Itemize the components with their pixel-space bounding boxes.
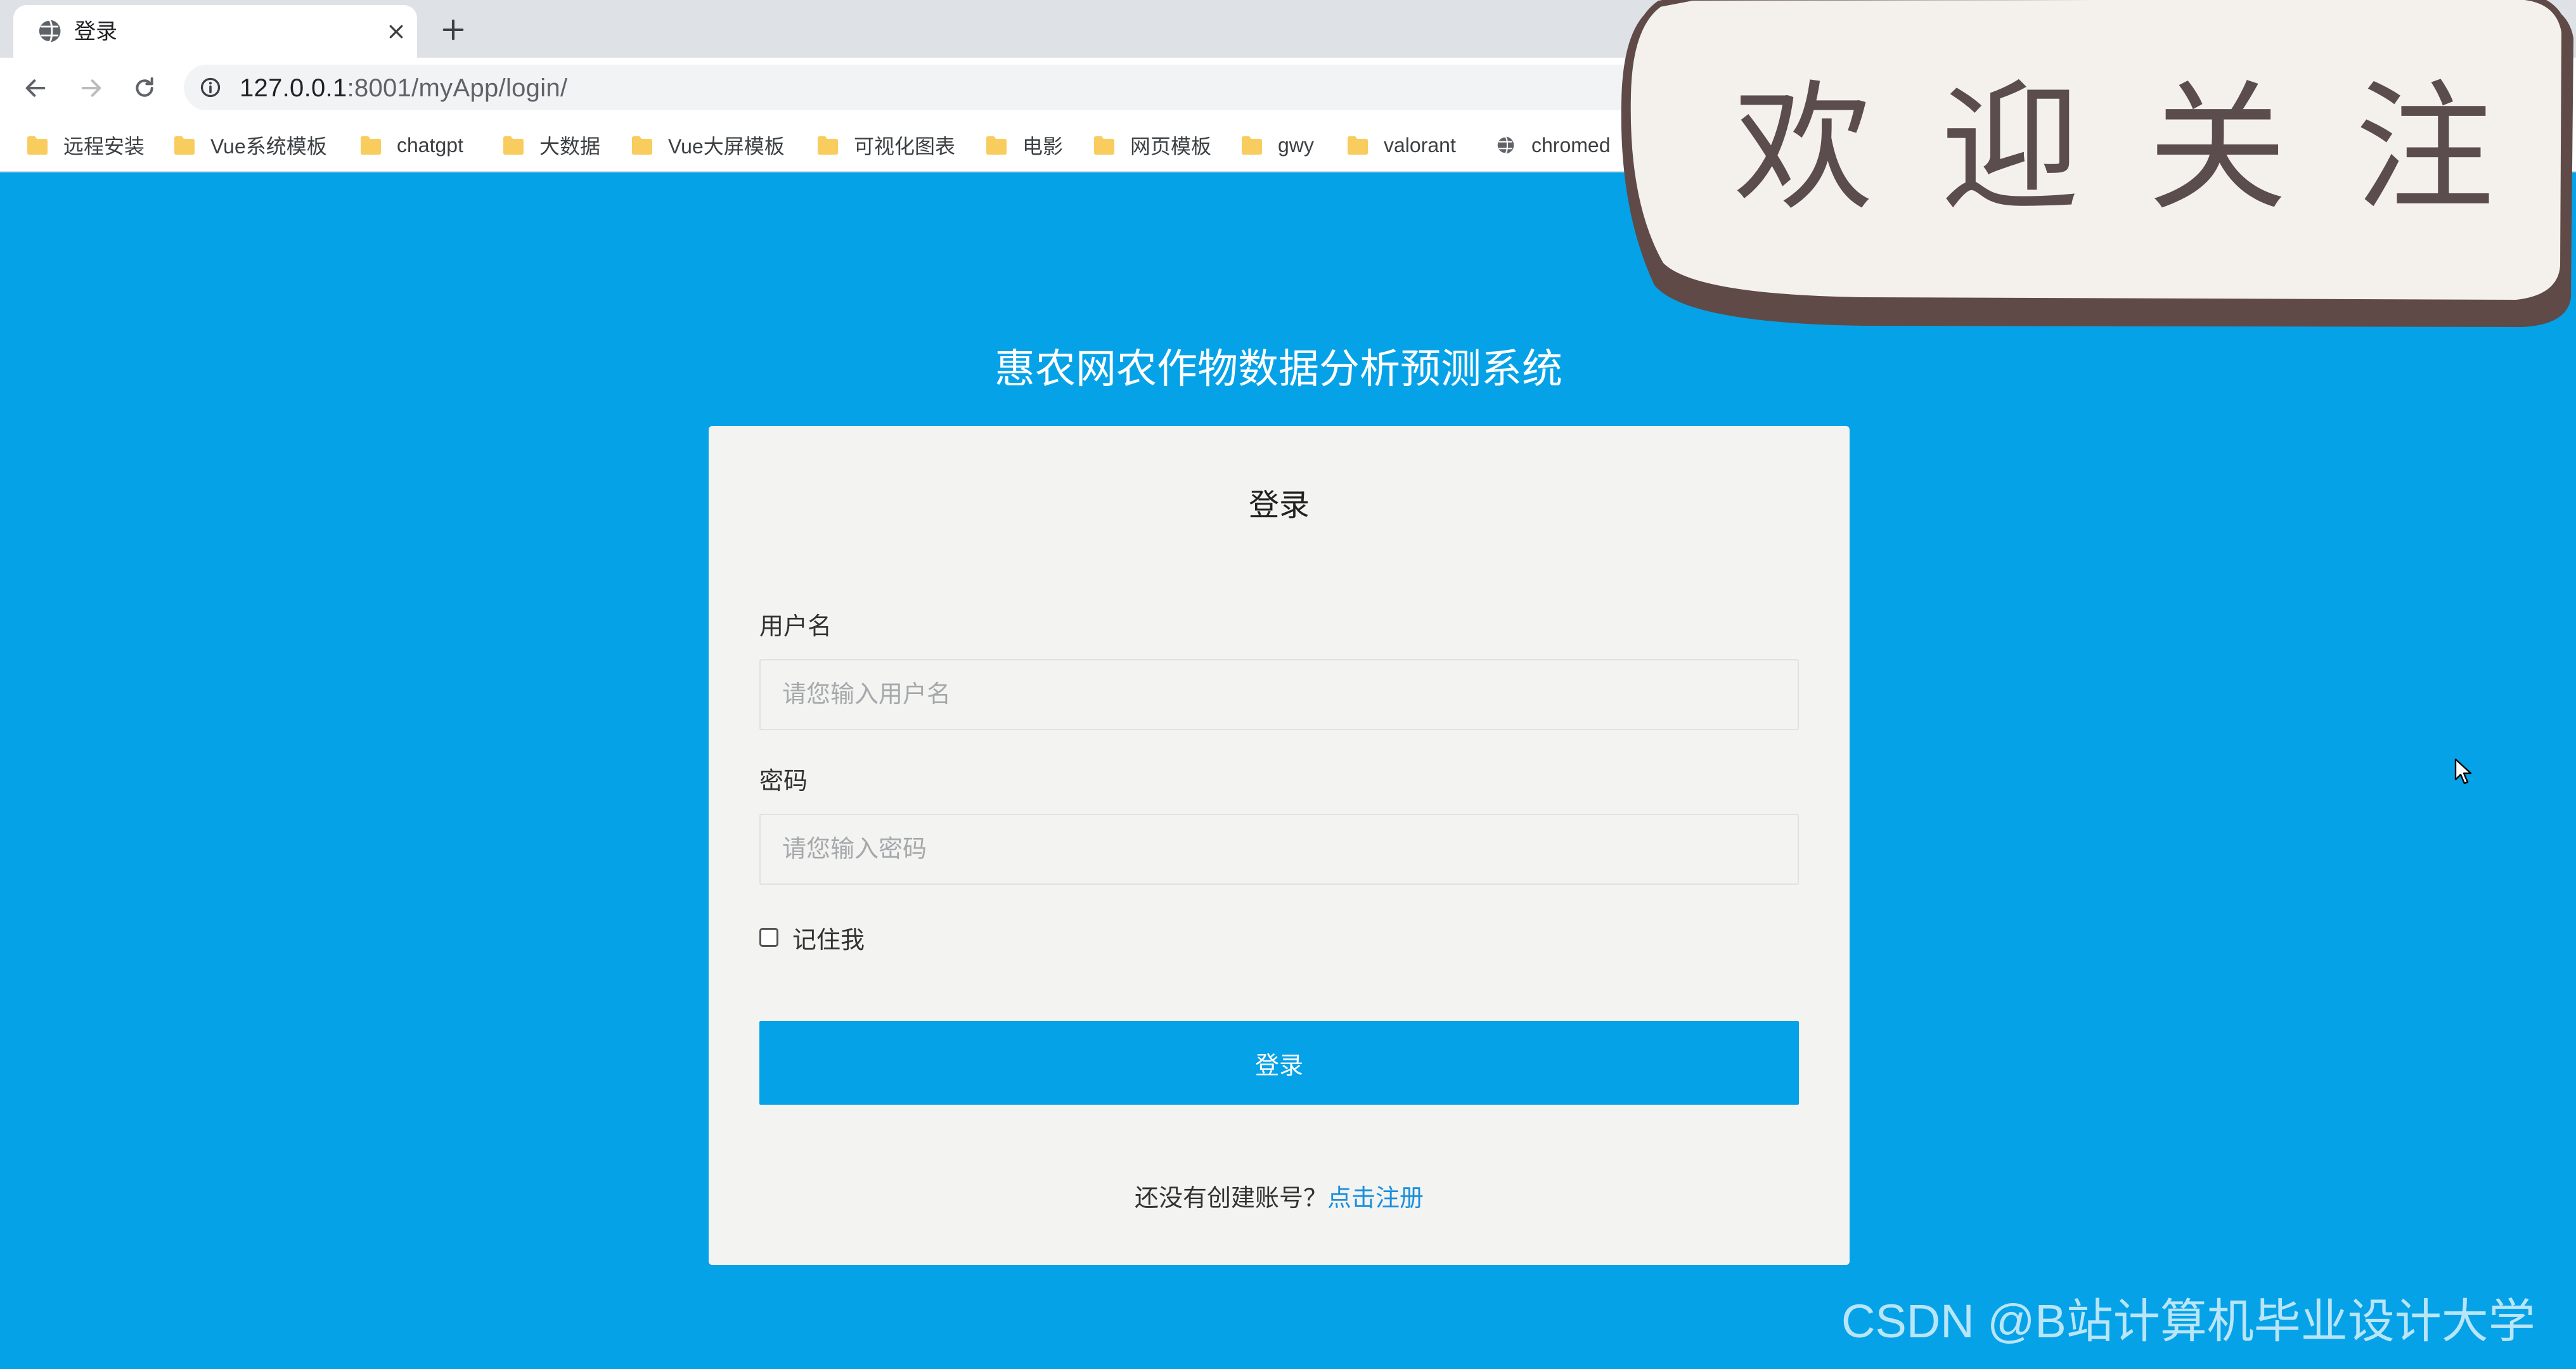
bookmark-item[interactable]: Vue系统模板 [174, 129, 327, 161]
login-card: 登录 用户名 密码 记住我 登录 还没有创建账号？点击注册 [709, 426, 1850, 1265]
system-title: 惠农网农作物数据分析预测系统 [995, 346, 1562, 392]
remember-label: 记住我 [792, 927, 865, 954]
url-text: 127.0.0.1:8001/myApp/login/ [240, 74, 567, 102]
bookmark-label: Vue大屏模板 [668, 135, 785, 158]
bookmark-item[interactable]: Vue大屏模板 [631, 129, 785, 161]
screen: 登录 127.0.0.1:8001/myApp/login/ 远程安装 Vue系… [0, 0, 2576, 1369]
folder-icon [632, 136, 652, 155]
arrow-left-icon[interactable] [19, 72, 52, 105]
close-icon[interactable] [382, 18, 410, 46]
login-title: 登录 [1248, 489, 1310, 522]
folder-icon [174, 136, 195, 155]
folder-icon [1094, 136, 1114, 155]
login-button[interactable]: 登录 [759, 1021, 1799, 1105]
bookmark-label: 可视化图表 [854, 135, 956, 158]
arrow-right-icon[interactable] [75, 72, 108, 105]
folder-icon [1242, 136, 1262, 155]
bookmark-item[interactable]: chromed [1495, 129, 1611, 161]
remember-checkbox[interactable] [759, 928, 778, 947]
username-input[interactable] [759, 659, 1799, 730]
bookmark-item[interactable]: 电影 [986, 129, 1063, 161]
register-link[interactable]: 点击注册 [1327, 1185, 1424, 1212]
url-path: :8001/myApp/login/ [347, 74, 568, 102]
bookmark-item[interactable]: valorant [1347, 129, 1456, 161]
folder-icon [361, 136, 381, 155]
bookmark-label: chatgpt [397, 133, 463, 157]
bookmark-item[interactable]: gwy [1241, 129, 1314, 161]
sticker-char: 注 [2354, 67, 2507, 229]
info-icon[interactable] [199, 76, 222, 99]
folder-icon [503, 136, 524, 155]
bookmark-label: 远程安装 [63, 135, 145, 158]
register-prompt-text: 还没有创建账号？ [1134, 1185, 1327, 1212]
welcome-sticker: 欢 迎 关 注 [1610, 0, 2576, 332]
folder-icon [986, 136, 1007, 155]
plus-icon[interactable] [437, 14, 469, 46]
bookmark-label: gwy [1278, 133, 1314, 157]
register-prompt: 还没有创建账号？点击注册 [709, 1183, 1850, 1214]
bookmark-item[interactable]: 远程安装 [27, 129, 145, 161]
watermark: CSDN @B站计算机毕业设计大学 [1841, 1295, 2535, 1347]
sticker-char: 关 [2148, 67, 2300, 229]
bookmark-item[interactable]: 大数据 [503, 129, 600, 161]
folder-icon [27, 136, 48, 155]
browser-tab[interactable]: 登录 [13, 5, 417, 58]
url-host: 127.0.0.1 [240, 74, 347, 102]
tab-title: 登录 [74, 20, 117, 44]
folder-icon [1348, 136, 1368, 155]
bookmark-label: 电影 [1022, 135, 1064, 158]
folder-icon [818, 136, 838, 155]
sticker-text: 欢 迎 关 注 [1734, 57, 2507, 229]
bookmark-item[interactable]: chatgpt [360, 129, 463, 161]
bookmark-label: chromed [1531, 133, 1611, 157]
sticker-char: 迎 [1940, 67, 2093, 229]
reload-icon[interactable] [128, 72, 161, 105]
username-label: 用户名 [759, 614, 832, 640]
globe-icon [1496, 136, 1514, 155]
password-label: 密码 [759, 768, 808, 795]
sticker-char: 欢 [1734, 67, 1886, 229]
bookmark-label: Vue系统模板 [210, 135, 327, 158]
bookmark-item[interactable]: 网页模板 [1093, 129, 1211, 161]
bookmark-item[interactable]: 可视化图表 [817, 129, 955, 161]
remember-me[interactable]: 记住我 [759, 922, 865, 954]
mouse-cursor-icon [2454, 758, 2472, 785]
bookmark-label: valorant [1384, 133, 1456, 157]
globe-icon [37, 19, 61, 43]
password-input[interactable] [759, 814, 1799, 885]
bookmark-label: 网页模板 [1130, 135, 1212, 158]
bookmark-label: 大数据 [539, 135, 601, 158]
